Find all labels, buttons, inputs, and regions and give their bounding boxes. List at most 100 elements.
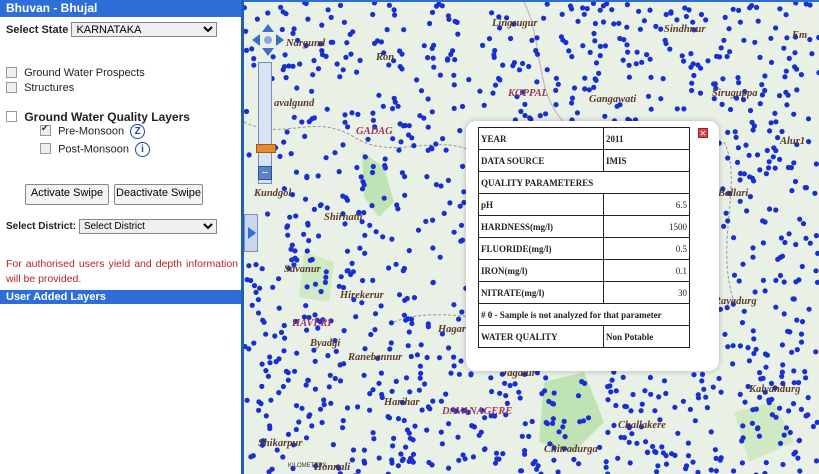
sample-point[interactable]	[373, 229, 379, 235]
sample-point[interactable]	[451, 229, 457, 235]
collapse-icon[interactable]	[6, 111, 17, 123]
sample-point[interactable]	[459, 103, 466, 110]
sample-point[interactable]	[605, 384, 611, 390]
sample-point[interactable]	[680, 398, 686, 404]
sample-point[interactable]	[273, 359, 279, 365]
sample-point[interactable]	[802, 185, 808, 191]
sample-point[interactable]	[681, 58, 687, 64]
sample-point[interactable]	[778, 235, 785, 241]
sample-point[interactable]	[446, 465, 452, 471]
sample-point[interactable]	[307, 257, 313, 263]
sample-point[interactable]	[315, 173, 321, 179]
sample-point[interactable]	[753, 406, 759, 412]
close-icon[interactable]: ✕	[698, 128, 708, 138]
sample-point[interactable]	[423, 218, 429, 224]
sample-point[interactable]	[751, 123, 757, 129]
sample-point[interactable]	[309, 88, 315, 94]
sample-point[interactable]	[326, 384, 332, 390]
sample-point[interactable]	[777, 156, 783, 162]
sample-point[interactable]	[712, 447, 718, 453]
sample-point[interactable]	[770, 154, 776, 160]
sample-point[interactable]	[645, 93, 652, 99]
sample-point[interactable]	[652, 448, 658, 455]
sample-point[interactable]	[794, 347, 800, 353]
sample-point[interactable]	[703, 394, 709, 400]
sample-point[interactable]	[267, 423, 273, 429]
sample-point[interactable]	[292, 368, 298, 374]
sample-point[interactable]	[332, 375, 338, 382]
sample-point[interactable]	[337, 378, 344, 384]
sample-point[interactable]	[411, 295, 418, 301]
sample-point[interactable]	[338, 274, 344, 280]
sample-point[interactable]	[323, 274, 329, 280]
sample-point[interactable]	[777, 405, 783, 411]
sample-point[interactable]	[419, 407, 425, 413]
sample-point[interactable]	[403, 375, 410, 381]
sample-point[interactable]	[305, 16, 311, 22]
sample-point[interactable]	[294, 85, 300, 91]
sample-point[interactable]	[757, 394, 763, 400]
sample-point[interactable]	[399, 457, 405, 464]
sample-point[interactable]	[378, 370, 384, 376]
sample-point[interactable]	[747, 194, 753, 200]
sample-point[interactable]	[380, 234, 386, 240]
sample-point[interactable]	[398, 451, 404, 457]
sample-point[interactable]	[312, 281, 319, 287]
sample-point[interactable]	[389, 236, 395, 242]
sample-point[interactable]	[684, 463, 690, 469]
sample-point[interactable]	[627, 460, 633, 466]
sample-point[interactable]	[422, 381, 428, 387]
sample-point[interactable]	[391, 435, 397, 441]
sample-point[interactable]	[793, 2, 799, 6]
sample-point[interactable]	[285, 232, 291, 238]
sample-point[interactable]	[431, 42, 437, 49]
sample-point[interactable]	[512, 381, 518, 387]
sample-point[interactable]	[786, 408, 792, 414]
sample-point[interactable]	[727, 49, 733, 55]
sample-point[interactable]	[754, 426, 761, 432]
sample-point[interactable]	[796, 438, 802, 444]
sample-point[interactable]	[446, 421, 452, 427]
ground-water-prospects-checkbox[interactable]	[6, 66, 17, 78]
zoom-out-icon[interactable]: −	[258, 166, 272, 180]
sample-point[interactable]	[798, 72, 805, 78]
sample-point[interactable]	[754, 4, 760, 10]
sample-point[interactable]	[304, 173, 310, 179]
sample-point[interactable]	[608, 389, 614, 395]
sample-point[interactable]	[750, 328, 756, 334]
sample-point[interactable]	[652, 408, 658, 414]
sample-point[interactable]	[256, 407, 262, 413]
sample-point[interactable]	[340, 418, 346, 424]
sample-point[interactable]	[325, 353, 331, 359]
sample-point[interactable]	[388, 320, 394, 326]
sample-point[interactable]	[399, 51, 405, 57]
sample-point[interactable]	[438, 429, 444, 435]
sample-point[interactable]	[737, 343, 743, 349]
sample-point[interactable]	[750, 245, 756, 251]
sample-point[interactable]	[699, 371, 706, 377]
sample-point[interactable]	[430, 398, 436, 404]
sample-point[interactable]	[757, 101, 763, 107]
sample-point[interactable]	[517, 395, 523, 401]
sample-point[interactable]	[591, 84, 597, 90]
sample-point[interactable]	[330, 442, 336, 448]
sample-point[interactable]	[440, 136, 446, 142]
sample-point[interactable]	[697, 90, 704, 96]
sample-point[interactable]	[500, 451, 506, 457]
sample-point[interactable]	[438, 183, 444, 189]
sample-point[interactable]	[703, 17, 709, 23]
sample-point[interactable]	[581, 11, 587, 17]
sample-point[interactable]	[708, 429, 714, 435]
sample-point[interactable]	[387, 346, 393, 352]
sample-point[interactable]	[417, 375, 423, 381]
sample-point[interactable]	[803, 413, 809, 419]
sample-point[interactable]	[251, 340, 257, 346]
sample-point[interactable]	[304, 248, 310, 254]
sample-point[interactable]	[730, 361, 736, 367]
sample-point[interactable]	[367, 222, 373, 228]
sample-point[interactable]	[782, 239, 788, 246]
sample-point[interactable]	[250, 453, 256, 459]
sample-point[interactable]	[658, 26, 664, 32]
sample-point[interactable]	[299, 119, 305, 125]
sample-point[interactable]	[518, 468, 525, 474]
